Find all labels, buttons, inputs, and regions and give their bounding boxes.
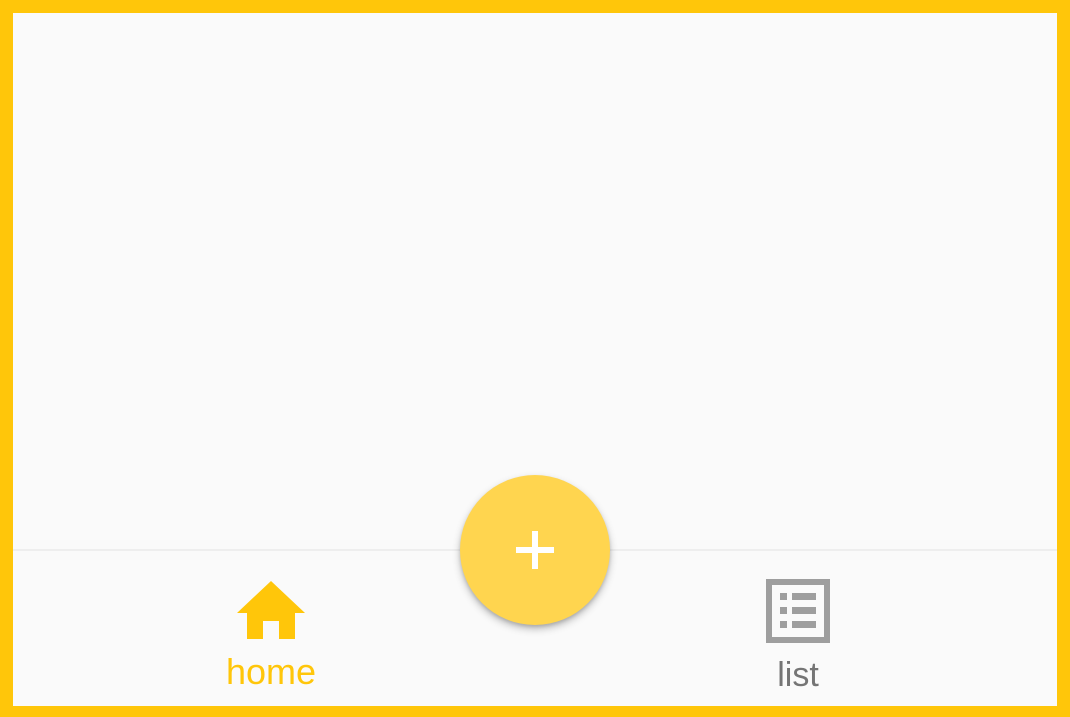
nav-label-list: list xyxy=(777,656,819,694)
main-content xyxy=(13,13,1057,549)
nav-label-home: home xyxy=(225,651,317,692)
app-frame: home list xyxy=(0,0,1070,717)
list-icon xyxy=(766,579,830,643)
home-icon xyxy=(237,581,305,639)
add-button[interactable] xyxy=(460,475,610,625)
plus-icon xyxy=(516,531,554,569)
nav-item-list[interactable]: list xyxy=(698,551,898,706)
nav-item-home[interactable]: home xyxy=(171,551,371,706)
